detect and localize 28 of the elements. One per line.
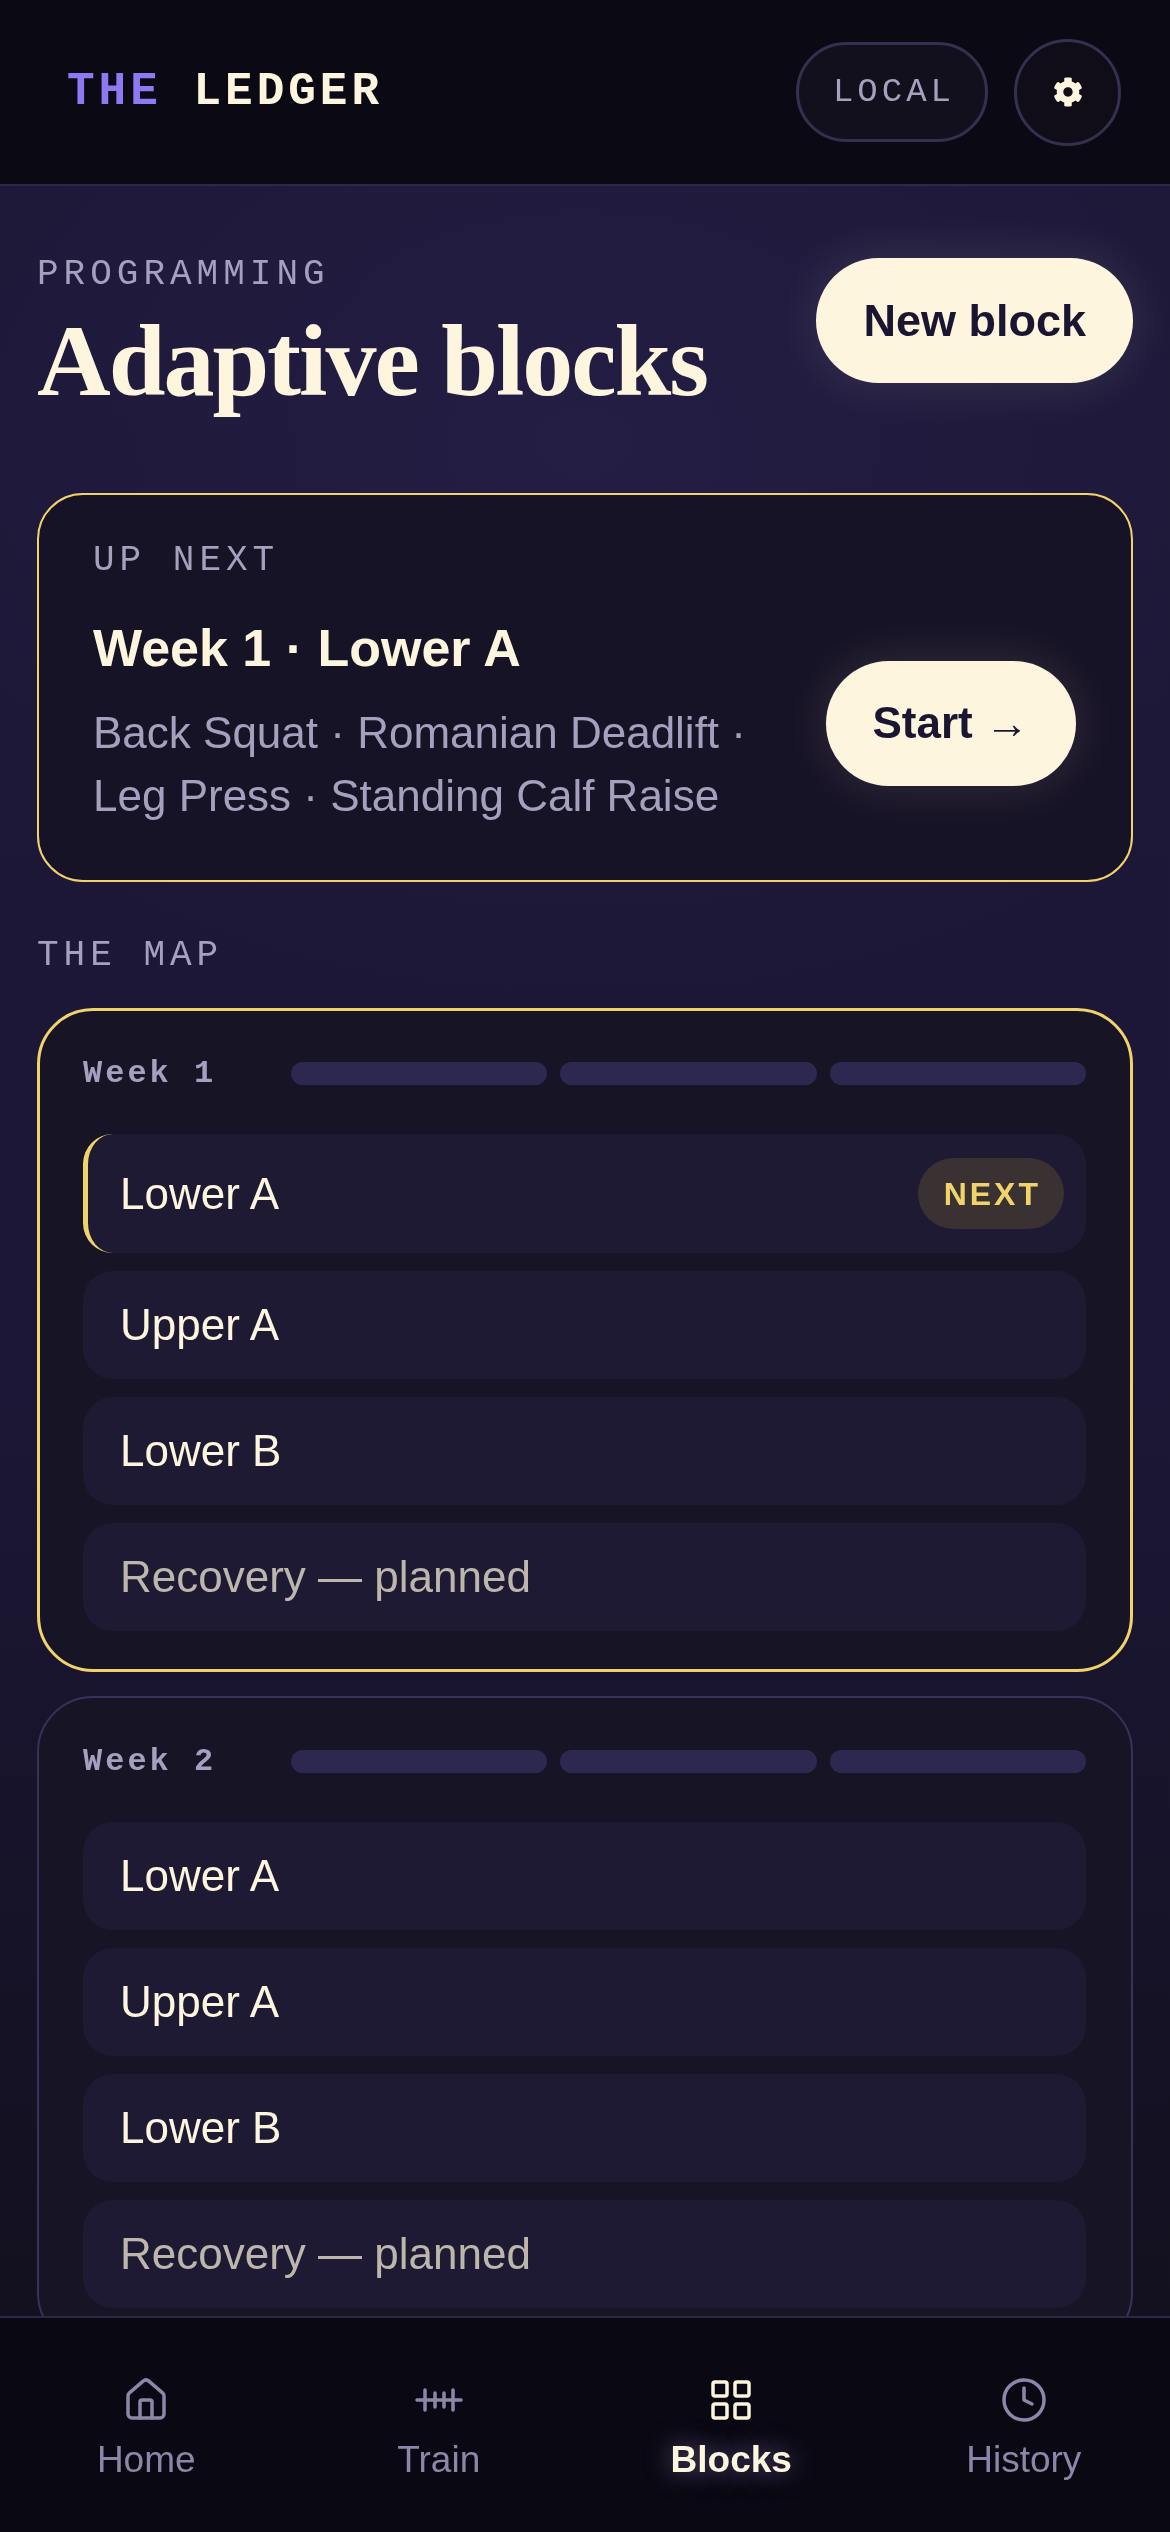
- session-row[interactable]: Upper A: [83, 1948, 1086, 2056]
- week-label: Week 1: [83, 1055, 217, 1092]
- nav-tab[interactable]: Home: [96, 2376, 196, 2483]
- nav-tab[interactable]: History: [966, 2376, 1082, 2483]
- week-label: Week 2: [83, 1743, 217, 1780]
- settings-icon: [1052, 77, 1083, 107]
- session-row[interactable]: Upper A: [83, 1271, 1086, 1379]
- recovery-row[interactable]: Recovery — planned: [83, 2200, 1086, 2308]
- session-row[interactable]: Lower B: [83, 1397, 1086, 1505]
- session-row[interactable]: Lower A NEXT: [83, 1134, 1086, 1253]
- exercise-list: Back Squat · Romanian Deadlift · Leg Press · Standing Calf Raise: [93, 701, 801, 827]
- nav-tab[interactable]: Train: [397, 2376, 481, 2483]
- section-eyebrow: PROGRAMMING: [37, 253, 330, 296]
- session-row[interactable]: Lower B: [83, 2074, 1086, 2182]
- next-badge: NEXT: [917, 1158, 1064, 1229]
- new-block-button[interactable]: New block: [816, 258, 1133, 383]
- start-button[interactable]: Start →: [825, 660, 1076, 786]
- page-title: Adaptive blocks: [37, 306, 707, 416]
- logo-wordmark: THE LEDGER: [67, 66, 384, 118]
- mode-pill: LOCAL: [795, 42, 988, 142]
- recovery-row[interactable]: Recovery — planned: [83, 1523, 1086, 1631]
- clock-icon: [999, 2376, 1048, 2424]
- session-title: Week 1 · Lower A: [93, 619, 521, 677]
- map-label: THE MAP: [37, 934, 224, 977]
- nav-tab[interactable]: Blocks: [670, 2376, 792, 2483]
- barbell-icon: [414, 2387, 463, 2413]
- up-next-label: UP NEXT: [93, 539, 280, 582]
- session-row[interactable]: Lower A: [83, 1822, 1086, 1930]
